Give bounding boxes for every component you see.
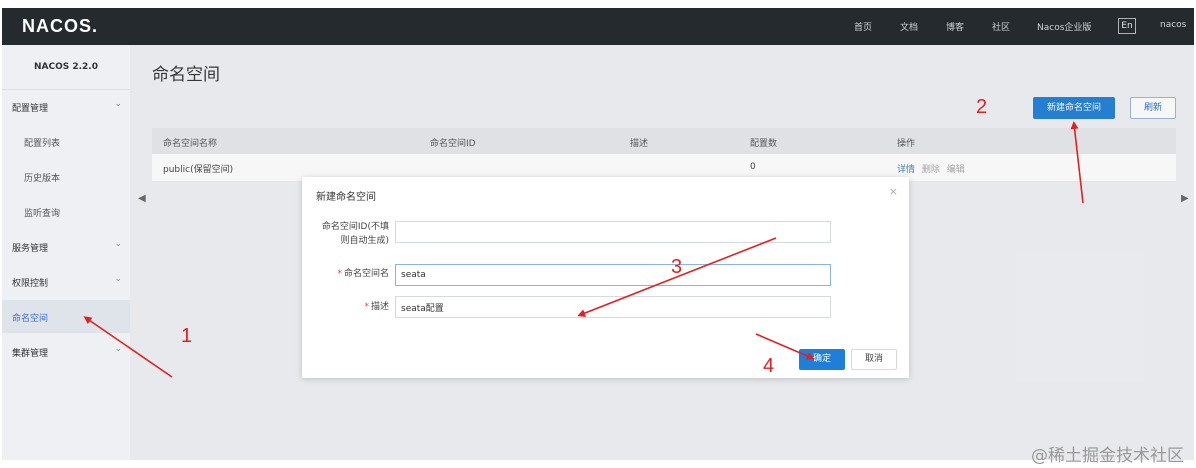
close-icon[interactable]: × xyxy=(889,185,898,198)
nacos-logo[interactable]: NACOS. xyxy=(22,16,98,37)
label-text: 命名空间名 xyxy=(343,269,389,279)
sidebar-item-label: 集群管理 xyxy=(12,349,49,359)
sidebar-item-listener-query[interactable]: 监听查询 xyxy=(2,197,130,227)
sidebar-item-cluster-management[interactable]: 集群管理 ⌄ xyxy=(2,337,130,367)
namespace-id-input[interactable] xyxy=(395,221,831,243)
required-mark: * xyxy=(364,302,369,312)
sidebar-item-service-management[interactable]: 服务管理 ⌄ xyxy=(2,232,130,262)
chevron-down-icon: ⌄ xyxy=(114,239,122,249)
nav-blog[interactable]: 博客 xyxy=(946,20,964,33)
nav-enterprise[interactable]: Nacos企业版 xyxy=(1037,20,1091,33)
annotation-number-1: 1 xyxy=(181,325,193,347)
namespace-name-input[interactable] xyxy=(395,264,831,286)
label-line: 则自动生成) xyxy=(340,236,389,246)
annotation-number-3: 3 xyxy=(671,256,683,278)
top-navbar: NACOS. 首页 文档 博客 社区 Nacos企业版 En nacos xyxy=(2,8,1194,45)
sidebar-item-label: 配置管理 xyxy=(12,104,49,114)
required-mark: * xyxy=(337,269,342,279)
sidebar-item-history[interactable]: 历史版本 xyxy=(2,162,130,192)
app-root: NACOS. 首页 文档 博客 社区 Nacos企业版 En nacos NAC… xyxy=(0,0,1196,468)
sidebar-item-config-management[interactable]: 配置管理 ⌄ xyxy=(2,92,130,122)
nav-community[interactable]: 社区 xyxy=(992,20,1010,33)
nav-home[interactable]: 首页 xyxy=(854,20,872,33)
sidebar-item-label: 命名空间 xyxy=(12,314,49,324)
annotation-number-4: 4 xyxy=(763,355,775,377)
namespace-name-label: * 命名空间名 xyxy=(337,267,389,281)
chevron-down-icon: ⌄ xyxy=(114,99,122,109)
watermark: @稀土掘金技术社区 xyxy=(1031,446,1184,466)
sidebar-item-config-list[interactable]: 配置列表 xyxy=(2,127,130,157)
dialog-title: 新建命名空间 xyxy=(316,192,376,203)
description-label: * 描述 xyxy=(364,300,389,314)
sidebar-item-access-control[interactable]: 权限控制 ⌄ xyxy=(2,267,130,297)
sidebar-item-label: 服务管理 xyxy=(12,244,49,254)
sidebar-item-label: 历史版本 xyxy=(24,174,61,184)
chevron-down-icon: ⌄ xyxy=(114,274,122,284)
annotation-number-2: 2 xyxy=(976,96,988,118)
sidebar-item-namespace[interactable]: 命名空间 xyxy=(2,300,130,333)
version-label: NACOS 2.2.0 xyxy=(34,62,98,72)
namespace-id-label: 命名空间ID(不填 则自动生成) xyxy=(322,220,389,248)
description-input[interactable] xyxy=(395,296,831,318)
user-name[interactable]: nacos xyxy=(1160,20,1186,30)
sidebar-item-label: 配置列表 xyxy=(24,139,61,149)
label-line: 命名空间ID(不填 xyxy=(321,222,389,232)
label-text: 描述 xyxy=(370,302,389,312)
nav-docs[interactable]: 文档 xyxy=(900,20,918,33)
new-namespace-dialog: 新建命名空间 × 命名空间ID(不填 则自动生成) *命名空间名 *描述 确定 … xyxy=(302,177,909,378)
sidebar-item-label: 权限控制 xyxy=(12,279,49,289)
language-switch[interactable]: En xyxy=(1118,18,1136,34)
sidebar-item-label: 监听查询 xyxy=(24,209,61,219)
cancel-button[interactable]: 取消 xyxy=(851,349,897,370)
confirm-button[interactable]: 确定 xyxy=(799,349,845,370)
chevron-down-icon: ⌄ xyxy=(114,344,122,354)
sidebar: NACOS 2.2.0 配置管理 ⌄ 配置列表 历史版本 监听查询 服务管理 ⌄… xyxy=(2,45,130,460)
sidebar-divider xyxy=(2,89,130,90)
